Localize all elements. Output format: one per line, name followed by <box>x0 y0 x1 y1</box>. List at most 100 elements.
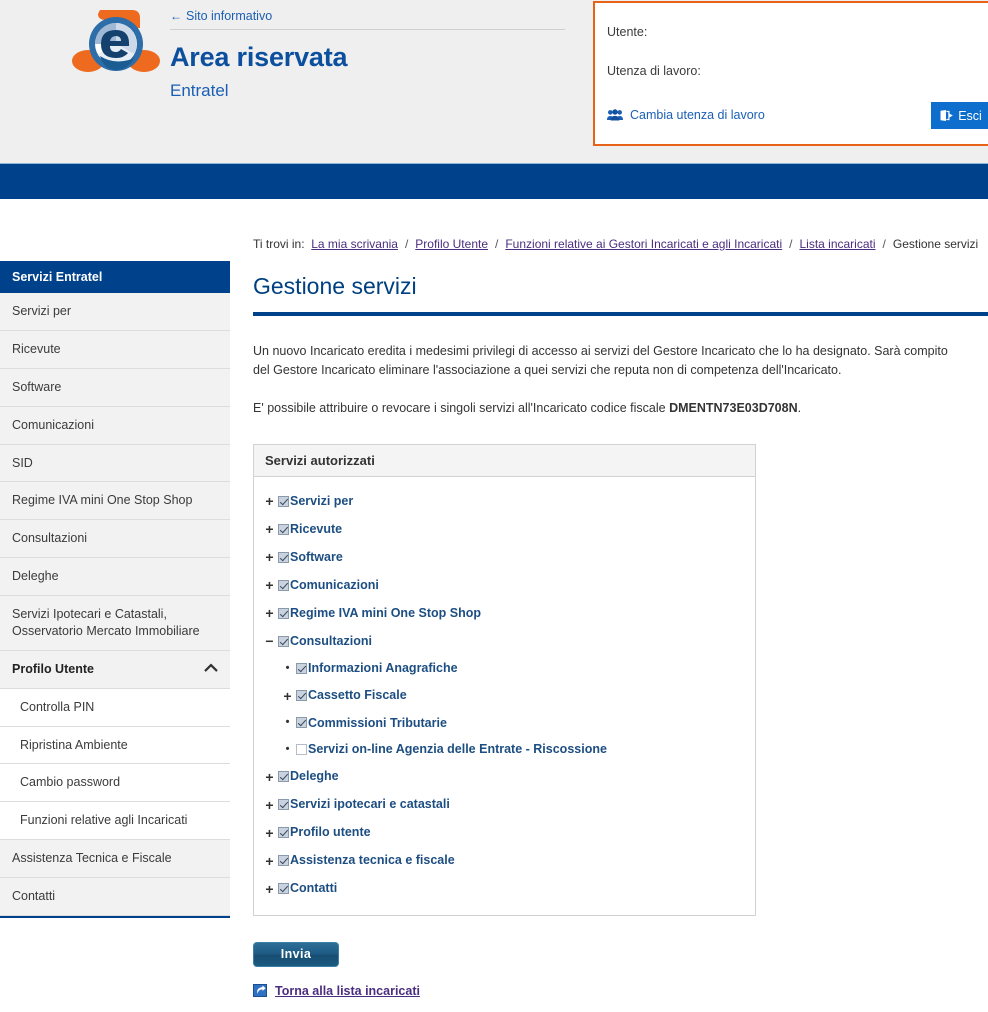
sidebar-item-comunicazioni[interactable]: Comunicazioni <box>0 406 230 445</box>
service-label[interactable]: Ricevute <box>290 523 342 536</box>
sito-informativo-link[interactable]: ← Sito informativo <box>170 9 272 28</box>
service-label[interactable]: Regime IVA mini One Stop Shop <box>290 607 481 620</box>
service-checkbox[interactable] <box>278 883 289 895</box>
service-label[interactable]: Profilo utente <box>290 826 371 839</box>
sidebar-item-regime-iva-mini-one-stop-shop[interactable]: Regime IVA mini One Stop Shop <box>0 482 230 521</box>
sidebar-item-servizi-ipotecari-e-catastali-osservatorio-mercato-immobiliare[interactable]: Servizi Ipotecari e Catastali, Osservato… <box>0 596 230 651</box>
expand-icon[interactable]: + <box>263 606 276 620</box>
back-arrow-icon <box>253 984 267 998</box>
breadcrumb-item-funzioni-relative-ai-gestori-incaricati-e-agli-incaricati[interactable]: Funzioni relative ai Gestori Incaricati … <box>505 237 782 251</box>
service-checkbox[interactable] <box>296 690 307 702</box>
bullet-icon: • <box>285 716 290 729</box>
service-checkbox[interactable] <box>296 717 307 729</box>
work-user-label: Utenza di lavoro: <box>607 64 701 78</box>
service-label[interactable]: Servizi per <box>290 495 353 508</box>
sidebar-heading: Servizi Entratel <box>0 261 230 293</box>
expand-icon[interactable]: + <box>263 854 276 868</box>
sidebar-item-label: Comunicazioni <box>12 417 94 432</box>
expand-icon[interactable]: + <box>281 689 294 703</box>
sidebar-item-sid[interactable]: SID <box>0 444 230 483</box>
sidebar-item-software[interactable]: Software <box>0 368 230 407</box>
service-tree-item: + Servizi per <box>254 487 755 515</box>
breadcrumb-item-profilo-utente[interactable]: Profilo Utente <box>415 237 488 251</box>
sidebar-item-servizi-per[interactable]: Servizi per <box>0 293 230 331</box>
chevron-up-icon <box>204 661 218 678</box>
submit-button[interactable]: Invia <box>253 941 339 967</box>
sidebar-item-label: Funzioni relative agli Incaricati <box>20 813 188 828</box>
service-tree-item: • Informazioni Anagrafiche <box>254 655 755 682</box>
sidebar-item-profilo-utente[interactable]: Profilo Utente <box>0 650 230 689</box>
sidebar-item-label: Software <box>12 379 62 394</box>
sidebar-item-controlla-pin[interactable]: Controlla PIN <box>0 688 230 727</box>
service-label[interactable]: Cassetto Fiscale <box>308 689 407 702</box>
fiscal-code-sentence-pre: E' possibile attribuire o revocare i sin… <box>253 400 670 415</box>
sidebar-item-assistenza-tecnica-e-fiscale[interactable]: Assistenza Tecnica e Fiscale <box>0 840 230 878</box>
primary-navbar <box>0 163 988 199</box>
breadcrumb-item-lista-incaricati[interactable]: Lista incaricati <box>799 237 875 251</box>
service-checkbox[interactable] <box>278 579 289 591</box>
service-label[interactable]: Servizi ipotecari e catastali <box>290 798 450 811</box>
expand-icon[interactable]: + <box>263 494 276 508</box>
sidebar-item-label: Contatti <box>12 889 56 903</box>
service-label[interactable]: Assistenza tecnica e fiscale <box>290 854 455 867</box>
service-checkbox[interactable] <box>296 743 307 755</box>
back-to-list-link[interactable]: Torna alla lista incaricati <box>275 984 420 998</box>
main-content: Ti trovi in: La mia scrivania / Profilo Ut… <box>253 199 988 998</box>
service-checkbox[interactable] <box>278 495 289 507</box>
service-label[interactable]: Software <box>290 551 343 564</box>
service-checkbox[interactable] <box>278 855 289 867</box>
breadcrumb-separator: / <box>789 237 793 251</box>
expand-icon[interactable]: + <box>263 578 276 592</box>
sidebar-item-label: Consultazioni <box>12 531 88 546</box>
expand-icon[interactable]: + <box>263 522 276 536</box>
expand-icon[interactable]: + <box>263 770 276 784</box>
authorized-services-heading: Servizi autorizzati <box>254 445 755 478</box>
service-tree-item: • Servizi on-line Agenzia delle Entrate -… <box>254 736 755 763</box>
service-checkbox[interactable] <box>278 771 289 783</box>
expand-icon[interactable]: + <box>263 882 276 896</box>
service-label[interactable]: Commissioni Tributarie <box>308 717 447 730</box>
service-label[interactable]: Servizi on-line Agenzia delle Entrate - … <box>308 743 607 756</box>
service-tree-item: + Deleghe <box>254 763 755 791</box>
breadcrumb: Ti trovi in: La mia scrivania / Profilo Ut… <box>253 199 988 251</box>
service-tree-item: + Ricevute <box>254 515 755 543</box>
sidebar-item-label: Servizi Ipotecari e Catastali, Osservato… <box>12 607 200 638</box>
title-underline <box>253 312 988 316</box>
expand-icon[interactable]: + <box>263 826 276 840</box>
service-label[interactable]: Informazioni Anagrafiche <box>308 662 458 675</box>
service-label[interactable]: Deleghe <box>290 770 339 783</box>
breadcrumb-item-la-mia-scrivania[interactable]: La mia scrivania <box>311 237 398 251</box>
service-label[interactable]: Comunicazioni <box>290 579 379 592</box>
sidebar-item-label: Profilo Utente <box>12 661 94 676</box>
service-checkbox[interactable] <box>278 551 289 563</box>
expand-icon[interactable]: + <box>263 798 276 812</box>
user-label: Utente: <box>607 25 648 39</box>
services-tree: + Servizi per + Ricevute + Software + Comunicaz… <box>254 477 755 915</box>
sidebar-item-contatti[interactable]: Contatti <box>0 878 230 916</box>
service-checkbox[interactable] <box>278 799 289 811</box>
sidebar-item-label: Ripristina Ambiente <box>20 737 128 752</box>
page-title: Gestione servizi <box>253 273 417 299</box>
sidebar-item-ricevute[interactable]: Ricevute <box>0 330 230 369</box>
service-checkbox[interactable] <box>278 607 289 619</box>
expand-icon[interactable]: + <box>263 550 276 564</box>
collapse-icon[interactable]: − <box>263 634 276 648</box>
service-checkbox[interactable] <box>278 827 289 839</box>
sidebar-item-consultazioni[interactable]: Consultazioni <box>0 520 230 559</box>
sidebar-item-funzioni-relative-agli-incaricati[interactable]: Funzioni relative agli Incaricati <box>0 802 230 841</box>
sidebar-item-deleghe[interactable]: Deleghe <box>0 558 230 596</box>
service-tree-item: + Cassetto Fiscale <box>254 682 755 710</box>
app-title: Area riservata <box>170 42 348 72</box>
service-checkbox[interactable] <box>278 523 289 535</box>
sidebar-item-ripristina-ambiente[interactable]: Ripristina Ambiente <box>0 726 230 765</box>
authorized-services-panel: Servizi autorizzati + Servizi per + Ricevut… <box>253 444 756 916</box>
change-work-user-link[interactable]: Cambia utenza di lavoro <box>607 108 765 122</box>
service-label[interactable]: Consultazioni <box>290 635 372 648</box>
service-checkbox[interactable] <box>296 662 307 674</box>
sidebar-item-cambio-password[interactable]: Cambio password <box>0 764 230 803</box>
bullet-icon: • <box>285 661 290 674</box>
service-label[interactable]: Contatti <box>290 882 337 895</box>
service-checkbox[interactable] <box>278 635 289 647</box>
intro-paragraph-2: E' possibile attribuire o revocare i sin… <box>253 399 953 418</box>
logout-button[interactable]: Esci <box>931 102 988 129</box>
